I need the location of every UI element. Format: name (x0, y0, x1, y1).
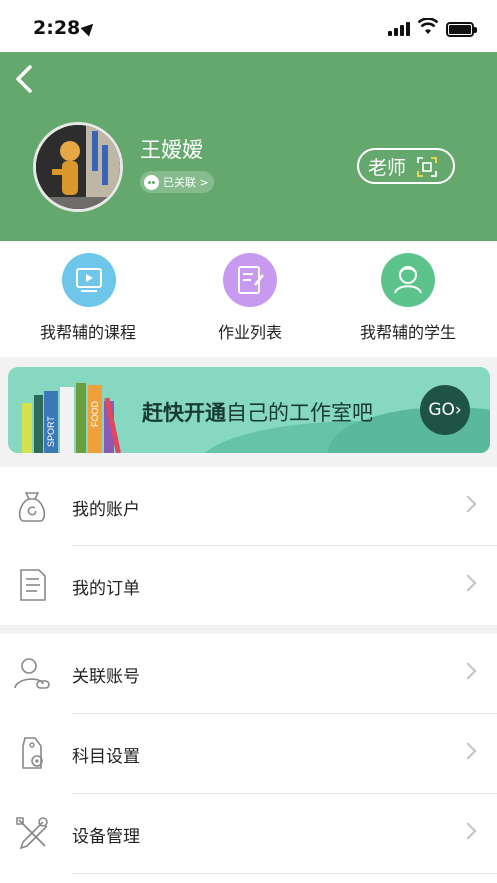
menu-item-device-management[interactable]: 设备管理 (0, 794, 497, 873)
student-icon (381, 253, 435, 307)
chevron-right-icon (459, 662, 477, 680)
battery-icon (446, 22, 477, 37)
location-arrow-icon (80, 19, 98, 37)
avatar[interactable] (33, 122, 123, 212)
wechat-icon (144, 174, 159, 190)
menu-item-linked-accounts[interactable]: 关联账号 (0, 634, 497, 713)
divider (72, 873, 497, 874)
quick-action-label: 作业列表 (217, 323, 282, 342)
back-arrow-icon[interactable] (10, 64, 40, 94)
role-switch-button[interactable]: 老师 (357, 148, 455, 184)
quick-action-courses[interactable]: 我帮辅的课程 (8, 241, 168, 357)
banner-section: SPORT FOOD 赶快开通自己的工作室吧 GO› (0, 357, 497, 467)
role-label: 老师 (368, 156, 407, 179)
cellular-signal-icon (388, 22, 412, 36)
status-time: 2:28 (33, 17, 81, 39)
chevron-right-icon (459, 495, 477, 513)
wifi-icon (418, 18, 438, 34)
subject-settings-icon (22, 737, 43, 769)
switch-role-icon (417, 157, 437, 177)
chevron-right-icon (459, 742, 477, 760)
quick-action-students[interactable]: 我帮辅的学生 (328, 241, 488, 357)
menu-item-subject-settings[interactable]: 科目设置 (0, 714, 497, 793)
menu-group-settings: 关联账号 科目设置 设备管理 (0, 634, 497, 883)
order-list-icon (20, 569, 46, 601)
studio-promo-banner[interactable]: SPORT FOOD 赶快开通自己的工作室吧 GO› (8, 367, 490, 453)
quick-action-label: 我帮辅的课程 (39, 323, 136, 342)
menu-item-label: 我的订单 (72, 579, 140, 599)
linked-user-icon (14, 658, 50, 689)
menu-item-my-orders[interactable]: 我的订单 (0, 546, 497, 625)
menu-item-my-account[interactable]: 我的账户 (0, 467, 497, 546)
avatar-image (36, 125, 120, 209)
menu-group-account: 我的账户 我的订单 (0, 467, 497, 625)
banner-title: 赶快开通自己的工作室吧 (142, 401, 373, 425)
money-bag-icon (18, 492, 46, 522)
books-illustration: SPORT FOOD (22, 383, 121, 453)
edit-document-icon (223, 253, 277, 307)
chevron-right-icon (459, 574, 477, 592)
menu-item-label: 关联账号 (72, 667, 140, 687)
tools-icon (16, 817, 48, 850)
chevron-right-icon (459, 822, 477, 840)
status-bar: 2:28 (0, 0, 497, 52)
profile-header: 王嫒嫒 已关联 > 老师 (0, 52, 497, 241)
menu-item-label: 设备管理 (72, 827, 140, 847)
book-label-food: FOOD (90, 401, 100, 427)
wechat-badge-label: 已关联 > (163, 176, 209, 189)
quick-action-label: 我帮辅的学生 (359, 323, 456, 342)
wechat-linked-badge[interactable]: 已关联 > (140, 171, 214, 193)
go-button[interactable]: GO› (420, 385, 470, 435)
video-play-icon (62, 253, 116, 307)
quick-actions: 我帮辅的课程 作业列表 我帮辅的学生 (0, 241, 497, 357)
book-label-sport: SPORT (46, 416, 56, 447)
user-name: 王嫒嫒 (140, 138, 203, 162)
menu-item-label: 我的账户 (72, 500, 140, 520)
menu-item-label: 科目设置 (72, 747, 140, 767)
quick-action-homework[interactable]: 作业列表 (170, 241, 330, 357)
